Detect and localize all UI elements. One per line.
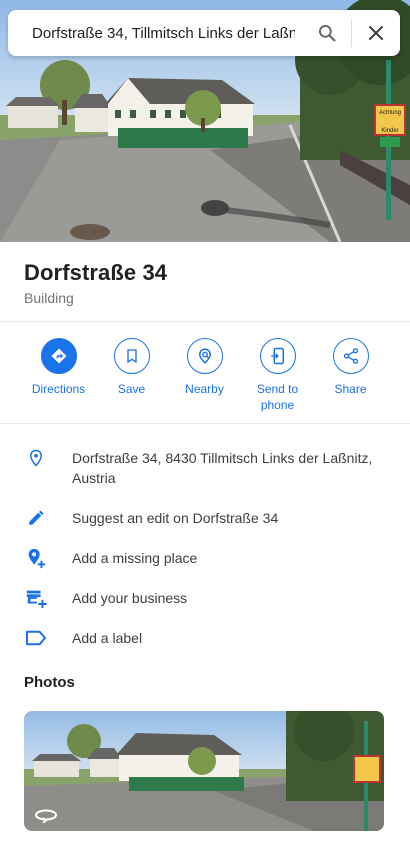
share-label: Share [334, 382, 367, 396]
place-header: Dorfstraße 34 Building [0, 242, 410, 322]
add-missing-place-text: Add a missing place [72, 550, 198, 566]
location-pin-icon [29, 449, 43, 467]
search-icon [319, 25, 336, 42]
add-label-row[interactable]: Add a label [0, 618, 410, 658]
directions-label: Directions [31, 382, 86, 396]
add-place-icon [28, 548, 46, 569]
place-type: Building [24, 290, 74, 306]
add-business-text: Add your business [72, 590, 188, 606]
send-to-phone-button[interactable]: Send to phone [241, 338, 314, 423]
360-view-icon [35, 809, 57, 823]
send-to-phone-label: Send to phone [256, 382, 299, 412]
search-button[interactable] [303, 10, 351, 56]
directions-circle [40, 338, 77, 374]
add-business-row[interactable]: Add your business [0, 578, 410, 618]
send-to-phone-icon [270, 347, 284, 365]
directions-icon [51, 348, 66, 364]
close-icon [369, 26, 383, 40]
send-to-phone-circle [259, 338, 296, 374]
nearby-label: Nearby [185, 382, 224, 396]
sign-text-line2: Kinder [381, 128, 398, 134]
nearby-button[interactable]: Nearby [168, 338, 241, 423]
share-button[interactable]: Share [314, 338, 387, 423]
label-icon [26, 630, 46, 646]
suggest-edit-row[interactable]: Suggest an edit on Dorfstraße 34 [0, 498, 410, 538]
sign-text-line1: Achtung [379, 110, 401, 116]
nearby-icon [198, 348, 211, 364]
photos-heading: Photos [24, 674, 75, 691]
save-label: Save [117, 382, 146, 396]
add-business-icon [26, 590, 47, 609]
add-place-icon-wrap [24, 546, 48, 570]
save-button[interactable]: Save [95, 338, 168, 423]
suggest-edit-text: Suggest an edit on Dorfstraße 34 [72, 510, 279, 526]
search-box [8, 10, 400, 56]
search-input[interactable] [8, 10, 303, 56]
directions-button[interactable]: Directions [22, 338, 95, 423]
close-button[interactable] [352, 10, 400, 56]
photo-thumbnail[interactable] [24, 711, 384, 831]
pencil-icon [29, 510, 44, 525]
add-business-icon-wrap [24, 586, 48, 610]
action-bar: Directions Save Nearby Send to phone Sha… [0, 322, 410, 424]
add-missing-place-row[interactable]: Add a missing place [0, 538, 410, 578]
save-circle [113, 338, 150, 374]
bookmark-icon [126, 349, 137, 364]
label-icon-wrap [24, 626, 48, 650]
share-icon [343, 348, 358, 364]
address-icon-wrap [24, 446, 48, 470]
nearby-circle [186, 338, 223, 374]
share-circle [332, 338, 369, 374]
place-title: Dorfstraße 34 [24, 260, 168, 285]
address-row[interactable]: Dorfstraße 34, 8430 Tillmitsch Links der… [0, 440, 410, 498]
add-label-text: Add a label [72, 630, 143, 646]
info-list: Dorfstraße 34, 8430 Tillmitsch Links der… [0, 440, 410, 658]
address-text: Dorfstraße 34, 8430 Tillmitsch Links der… [72, 450, 373, 486]
suggest-edit-icon-wrap [24, 506, 48, 530]
